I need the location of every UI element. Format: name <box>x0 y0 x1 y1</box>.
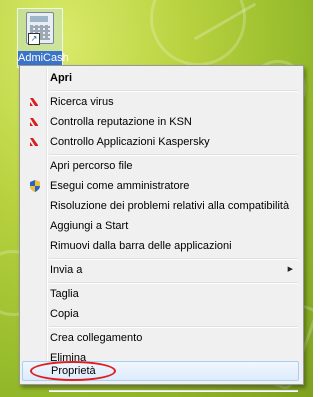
menu-item-crea-collegamento[interactable]: Crea collegamento <box>22 328 299 348</box>
context-menu: Apri Ricerca virus Controlla reputazione… <box>19 65 304 392</box>
menu-item-label: Esegui come amministratore <box>50 180 190 192</box>
desktop-shortcut-admicash[interactable]: ↗ AdmiCash <box>17 8 69 68</box>
shortcut-arrow-icon: ↗ <box>28 33 40 45</box>
menu-item-rimuovi-barra[interactable]: Rimuovi dalla barra delle applicazioni <box>22 236 299 256</box>
kaspersky-icon <box>30 98 38 106</box>
menu-item-taglia[interactable]: Taglia <box>22 284 299 304</box>
menu-item-copia[interactable]: Copia <box>22 304 299 324</box>
desktop-shortcut-label: AdmiCash <box>18 51 69 65</box>
menu-item-label: Controllo Applicazioni Kaspersky <box>50 136 210 148</box>
highlight-ellipse-annotation <box>30 361 116 381</box>
kaspersky-icon <box>30 118 38 126</box>
menu-item-compatibilita[interactable]: Risoluzione dei problemi relativi alla c… <box>22 196 299 216</box>
menu-item-invia-a[interactable]: Invia a ▶ <box>22 260 299 280</box>
menu-item-controlla-ksn[interactable]: Controlla reputazione in KSN <box>22 112 299 132</box>
menu-item-apri[interactable]: Apri <box>22 68 299 88</box>
kaspersky-icon <box>30 138 38 146</box>
submenu-arrow-icon: ▶ <box>287 266 293 273</box>
menu-item-controllo-applicazioni[interactable]: Controllo Applicazioni Kaspersky <box>22 132 299 152</box>
wallpaper-doodle <box>150 0 246 66</box>
menu-item-label: Ricerca virus <box>50 96 114 108</box>
uac-shield-icon <box>30 180 40 192</box>
menu-item-esegui-amministratore[interactable]: Esegui come amministratore <box>22 176 299 196</box>
menu-item-label: Controlla reputazione in KSN <box>50 116 192 128</box>
menu-item-label: Invia a <box>50 264 83 276</box>
menu-separator <box>49 390 298 392</box>
menu-item-ricerca-virus[interactable]: Ricerca virus <box>22 92 299 112</box>
menu-item-aggiungi-start[interactable]: Aggiungi a Start <box>22 216 299 236</box>
menu-item-apri-percorso[interactable]: Apri percorso file <box>22 156 299 176</box>
